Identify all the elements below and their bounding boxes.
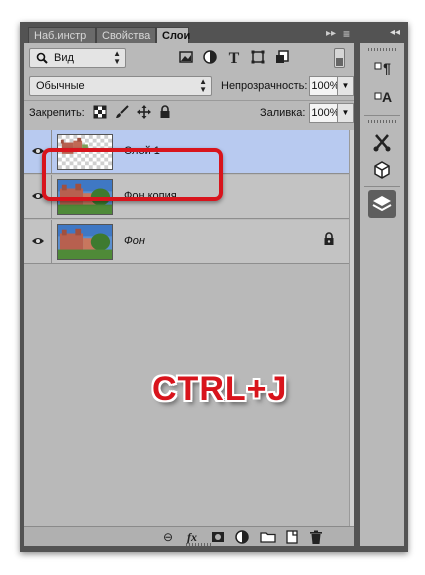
tab-properties[interactable]: Свойства [96, 27, 156, 43]
filter-label: Вид [54, 52, 74, 64]
fill-dropdown-arrow-icon[interactable]: ▼ [337, 103, 354, 123]
svg-text:T: T [229, 50, 240, 65]
opacity-label: Непрозрачность: [221, 80, 308, 92]
layers-bottom-toolbar: ⊖ fx [24, 526, 354, 546]
layer-filter-dropdown[interactable]: Вид ▲ ▼ [29, 48, 126, 68]
tool-presets-icon[interactable] [368, 130, 396, 154]
layer-row-background[interactable]: Фон [24, 220, 349, 264]
fill-label: Заливка: [260, 107, 306, 119]
blend-mode-dropdown[interactable]: Обычные ▲ ▼ [29, 76, 212, 96]
mask-icon[interactable] [210, 529, 226, 545]
tab-layers[interactable]: Слои [156, 27, 190, 43]
layers-scrollbar[interactable] [349, 130, 354, 526]
resize-grip[interactable] [186, 543, 212, 546]
svg-text:A: A [382, 89, 392, 105]
highlight-frame [42, 148, 223, 201]
eye-icon [32, 238, 44, 244]
layers-panel: Наб.инстр Свойства Слои ▸▸ ≡ Вид ▲ ▼ T О… [24, 26, 354, 546]
tab-tool-presets[interactable]: Наб.инстр [28, 27, 96, 43]
panel-tab-bar: Наб.инстр Свойства Слои ▸▸ ≡ [24, 26, 354, 43]
collapse-arrows-icon[interactable]: ▸▸ [326, 28, 336, 39]
paragraph-icon[interactable]: ¶ [368, 56, 396, 80]
blend-mode-label: Обычные [36, 80, 85, 92]
shortcut-annotation: CTRL+J [152, 370, 288, 408]
adjustment-layer-icon[interactable] [234, 529, 250, 545]
lock-all-icon[interactable] [158, 105, 172, 119]
collapse-arrows-icon[interactable]: ◂◂ [390, 27, 400, 38]
lock-icon[interactable] [323, 232, 335, 246]
smart-object-filter-icon[interactable] [274, 49, 290, 65]
lock-label: Закрепить: [29, 107, 85, 119]
opacity-dropdown-arrow-icon[interactable]: ▼ [337, 76, 354, 96]
type-filter-icon[interactable]: T [226, 49, 242, 65]
lock-transparent-pixels-icon[interactable] [93, 105, 107, 119]
layer-thumbnail [57, 224, 113, 260]
dock-separator [364, 115, 400, 116]
adjustment-filter-icon[interactable] [202, 49, 218, 65]
visibility-toggle[interactable] [24, 220, 52, 264]
panel-dock: ◂◂ ¶ A [360, 26, 404, 546]
panel-menu-icon[interactable]: ≡ [343, 27, 350, 41]
character-icon[interactable]: A [368, 84, 396, 108]
group-folder-icon[interactable] [260, 529, 276, 545]
dropdown-arrows-icon: ▲ ▼ [199, 77, 207, 94]
lock-image-pixels-icon[interactable] [115, 105, 129, 119]
dock-separator [364, 186, 400, 187]
layers-panel-button[interactable] [368, 190, 396, 218]
divider [24, 100, 354, 101]
dropdown-arrows-icon: ▲ ▼ [113, 49, 121, 66]
trash-icon[interactable] [308, 529, 324, 545]
3d-icon[interactable] [368, 158, 396, 182]
dock-grip[interactable] [368, 48, 396, 51]
image-filter-icon[interactable] [178, 49, 194, 65]
layer-name: Фон [124, 235, 145, 247]
layers-icon [372, 196, 392, 212]
photoshop-window: Наб.инстр Свойства Слои ▸▸ ≡ Вид ▲ ▼ T О… [20, 22, 408, 552]
dock-top-bar: ◂◂ [360, 26, 404, 43]
lock-position-icon[interactable] [137, 105, 151, 119]
link-layers-icon[interactable]: ⊖ [160, 529, 176, 545]
search-icon [36, 52, 48, 64]
shape-filter-icon[interactable] [250, 49, 266, 65]
svg-text:¶: ¶ [383, 60, 391, 76]
filter-toggle[interactable] [334, 48, 345, 68]
new-layer-icon[interactable] [284, 529, 300, 545]
dock-grip[interactable] [368, 120, 396, 123]
